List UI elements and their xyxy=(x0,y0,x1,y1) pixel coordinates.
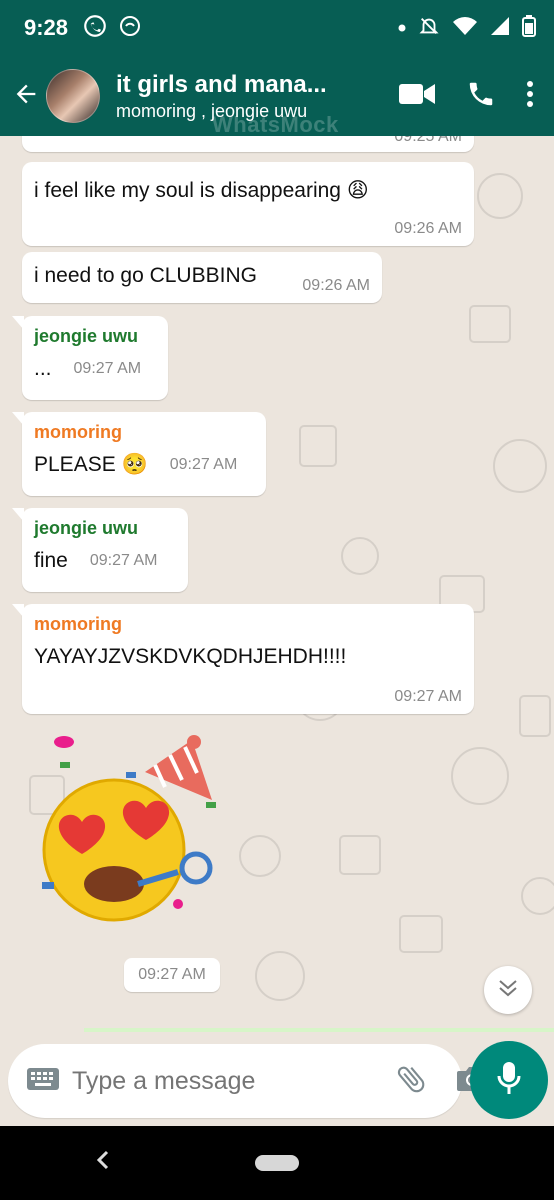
message-bubble[interactable]: jeongie uwu fine 09:27 AM xyxy=(12,508,188,592)
system-navigation-bar xyxy=(0,1126,554,1200)
mic-icon xyxy=(497,1061,521,1100)
keyboard-icon[interactable] xyxy=(26,1067,60,1096)
scroll-to-bottom-button[interactable] xyxy=(484,966,532,1014)
notifications-off-icon xyxy=(418,15,440,42)
paperclip-icon[interactable] xyxy=(394,1062,428,1101)
chat-title: it girls and mana... xyxy=(116,70,327,98)
heart-eyes-party-icon xyxy=(42,735,216,922)
message-time: 09:27 AM xyxy=(394,688,462,705)
message-text: PLEASE 🥺 xyxy=(34,453,148,476)
cell-signal-icon xyxy=(490,16,510,41)
message-bubble[interactable]: i feel like my soul is disappearing 😩 09… xyxy=(22,162,474,246)
nav-home-button[interactable] xyxy=(255,1155,299,1171)
message-text: YAYAYJZVSKDVKQDHJEHDH!!!! xyxy=(34,645,347,668)
video-call-icon[interactable] xyxy=(398,81,436,112)
message-text: ... xyxy=(34,357,52,380)
nav-back-icon[interactable] xyxy=(96,1146,110,1177)
status-bar: 9:28 xyxy=(0,0,554,56)
double-chevron-down-icon xyxy=(498,979,518,1002)
message-time: 09:25 AM xyxy=(394,136,462,145)
sender-name: momoring xyxy=(34,614,122,634)
wifi-icon xyxy=(452,15,478,42)
sticker-time: 09:27 AM xyxy=(124,958,220,992)
message-list[interactable]: 09:25 AM i feel like my soul is disappea… xyxy=(0,136,554,1040)
sender-name: momoring xyxy=(34,422,122,442)
signal-app-icon xyxy=(118,14,142,43)
message-time: 09:27 AM xyxy=(89,552,158,570)
back-arrow-icon xyxy=(12,80,40,113)
battery-icon xyxy=(522,14,536,42)
whatsapp-icon xyxy=(82,13,108,44)
message-bubble[interactable]: i need to go CLUBBING 09:26 AM xyxy=(22,252,382,303)
message-time: 09:26 AM xyxy=(302,277,370,294)
message-time: 09:27 AM xyxy=(73,360,142,378)
dot-icon xyxy=(398,19,406,37)
message-time: 09:27 AM xyxy=(169,456,238,474)
message-time: 09:26 AM xyxy=(394,220,462,237)
watermark: WhatsMock xyxy=(212,112,339,137)
message-composer xyxy=(8,1044,487,1118)
voice-message-button[interactable] xyxy=(470,1041,548,1119)
message-text: i feel like my soul is disappearing 😩 xyxy=(34,179,369,202)
message-bubble[interactable]: momoring YAYAYJZVSKDVKQDHJEHDH!!!! 09:27… xyxy=(12,604,474,714)
message-text: fine xyxy=(34,549,68,572)
sender-name: jeongie uwu xyxy=(34,326,139,346)
phone-icon[interactable] xyxy=(466,79,496,114)
sender-name: jeongie uwu xyxy=(34,518,139,538)
group-avatar[interactable] xyxy=(46,69,100,123)
more-vert-icon[interactable] xyxy=(526,80,534,113)
message-bubble[interactable]: jeongie uwu ... 09:27 AM xyxy=(12,316,168,400)
party-emoji-sticker[interactable] xyxy=(30,732,230,932)
divider xyxy=(84,1028,554,1032)
status-time: 9:28 xyxy=(24,15,69,40)
message-bubble[interactable]: momoring PLEASE 🥺 09:27 AM xyxy=(12,412,266,496)
back-button[interactable] xyxy=(6,56,46,136)
message-input[interactable] xyxy=(72,1066,394,1096)
message-bubble[interactable]: 09:25 AM xyxy=(22,136,474,152)
